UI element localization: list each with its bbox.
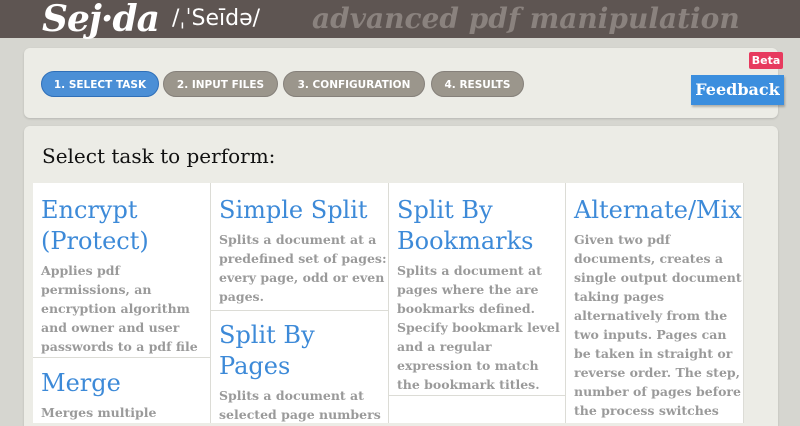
sejda-logo[interactable]: Sej·da <box>42 0 160 40</box>
step-results[interactable]: 4. RESULTS <box>431 71 524 97</box>
task-merge[interactable]: Merge Merges multiple <box>33 368 210 422</box>
step-select-task[interactable]: 1. SELECT TASK <box>41 71 159 97</box>
task-description: Splits a document at a predefined set of… <box>219 232 387 304</box>
task-simple-split[interactable]: Simple Split Splits a document at a pred… <box>211 195 388 306</box>
task-alternate-mix[interactable]: Alternate/Mix Given two pdf documents, c… <box>566 195 743 420</box>
column-divider <box>743 183 744 423</box>
task-split-by-bookmarks[interactable]: Split By Bookmarks Splits a document at … <box>389 195 565 394</box>
task-description: Splits a document at selected page numbe… <box>219 388 381 422</box>
task-description: Merges multiple <box>41 405 157 420</box>
task-encrypt[interactable]: Encrypt (Protect) Applies pdf permission… <box>33 195 210 356</box>
task-title[interactable]: Simple Split <box>219 195 388 226</box>
task-description: Applies pdf permissions, an encryption a… <box>41 263 198 354</box>
beta-badge: Beta <box>749 52 783 69</box>
task-title[interactable]: Split By Pages <box>219 320 388 382</box>
step-configuration[interactable]: 3. CONFIGURATION <box>283 71 425 97</box>
logo-pronunciation: /ˌˈSeīdə/ <box>172 6 261 31</box>
task-title[interactable]: Alternate/Mix <box>574 195 743 226</box>
row-divider <box>211 310 388 311</box>
task-title[interactable]: Split By Bookmarks <box>397 195 565 257</box>
step-input-files[interactable]: 2. INPUT FILES <box>163 71 278 97</box>
row-divider <box>33 357 210 358</box>
task-split-by-pages[interactable]: Split By Pages Splits a document at sele… <box>211 320 388 424</box>
task-description: Splits a document at pages where the are… <box>397 263 560 392</box>
task-description: Given two pdf documents, creates a singl… <box>574 232 742 418</box>
row-divider <box>389 395 565 396</box>
task-title[interactable]: Merge <box>41 368 210 399</box>
site-tagline: advanced pdf manipulation <box>312 2 740 35</box>
feedback-button[interactable]: Feedback <box>691 75 784 105</box>
page-title: Select task to perform: <box>42 144 276 168</box>
task-title[interactable]: Encrypt (Protect) <box>41 195 210 257</box>
